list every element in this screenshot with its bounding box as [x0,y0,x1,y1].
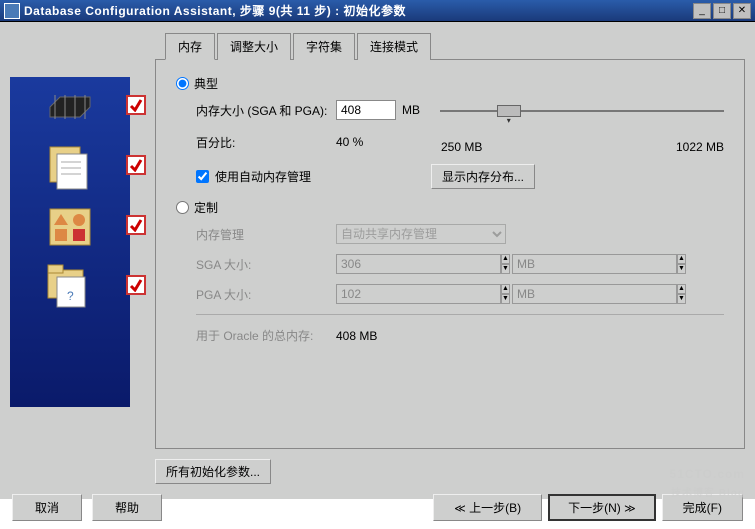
oracle-total-value: 408 MB [336,329,377,343]
step-shapes-icon [10,197,130,257]
window-title: Database Configuration Assistant, 步骤 9(共… [24,2,693,19]
pga-unit [512,284,677,304]
titlebar: Database Configuration Assistant, 步骤 9(共… [0,0,755,22]
app-icon [4,3,20,19]
step-chip-icon [10,77,130,137]
back-button[interactable]: ≪ 上一步(B) [433,494,542,521]
tab-connmode[interactable]: 连接模式 [357,33,431,60]
check-icon [126,155,146,175]
mem-mgmt-combo: 自动共享内存管理 [336,224,506,244]
tab-panel-memory: 典型 内存大小 (SGA 和 PGA): MB 百分比: 40 % [155,59,745,449]
sga-input [336,254,501,274]
slider-max: 1022 MB [676,140,724,154]
spin-up-icon: ▲ [501,284,510,294]
auto-mem-checkbox[interactable] [196,170,209,183]
percent-value: 40 % [336,135,436,149]
sga-label: SGA 大小: [196,256,336,273]
radio-typical[interactable] [176,77,189,90]
step-folder-icon: ? [10,257,130,317]
auto-mem-label: 使用自动内存管理 [215,168,311,185]
tab-memory[interactable]: 内存 [165,33,215,60]
tab-charset[interactable]: 字符集 [293,33,355,60]
pga-input [336,284,501,304]
mem-mgmt-label: 内存管理 [196,226,336,243]
custom-label: 定制 [194,199,218,216]
svg-text:?: ? [67,289,74,303]
pga-label: PGA 大小: [196,286,336,303]
typical-label: 典型 [194,75,218,92]
sga-unit [512,254,677,274]
oracle-total-label: 用于 Oracle 的总内存: [196,327,336,344]
finish-button[interactable]: 完成(F) [662,494,743,521]
mem-size-label: 内存大小 (SGA 和 PGA): [196,102,336,119]
percent-label: 百分比: [196,134,336,151]
slider-min: 250 MB [441,140,482,154]
spin-down-icon: ▼ [501,294,510,304]
slider-thumb[interactable] [497,105,521,117]
minimize-button[interactable]: _ [693,3,711,19]
show-dist-button[interactable]: 显示内存分布... [431,164,535,189]
step-docs-icon [10,137,130,197]
help-button[interactable]: 帮助 [92,494,162,521]
cancel-button[interactable]: 取消 [12,494,82,521]
close-button[interactable]: ✕ [733,3,751,19]
mem-slider[interactable] [440,110,724,112]
tab-sizing[interactable]: 调整大小 [217,33,291,60]
tab-bar: 内存 调整大小 字符集 连接模式 [165,32,745,59]
next-button[interactable]: 下一步(N) ≫ [548,494,656,521]
wizard-sidebar: ? [10,77,130,407]
spin-down-icon: ▼ [501,264,510,274]
check-icon [126,95,146,115]
check-icon [126,275,146,295]
mem-size-input[interactable] [336,100,396,120]
maximize-button[interactable]: □ [713,3,731,19]
check-icon [126,215,146,235]
footer: 取消 帮助 ≪ 上一步(B) 下一步(N) ≫ 完成(F) [0,494,755,521]
radio-custom[interactable] [176,201,189,214]
spin-up-icon: ▲ [501,254,510,264]
all-params-button[interactable]: 所有初始化参数... [155,459,271,484]
mem-unit: MB [402,103,420,117]
